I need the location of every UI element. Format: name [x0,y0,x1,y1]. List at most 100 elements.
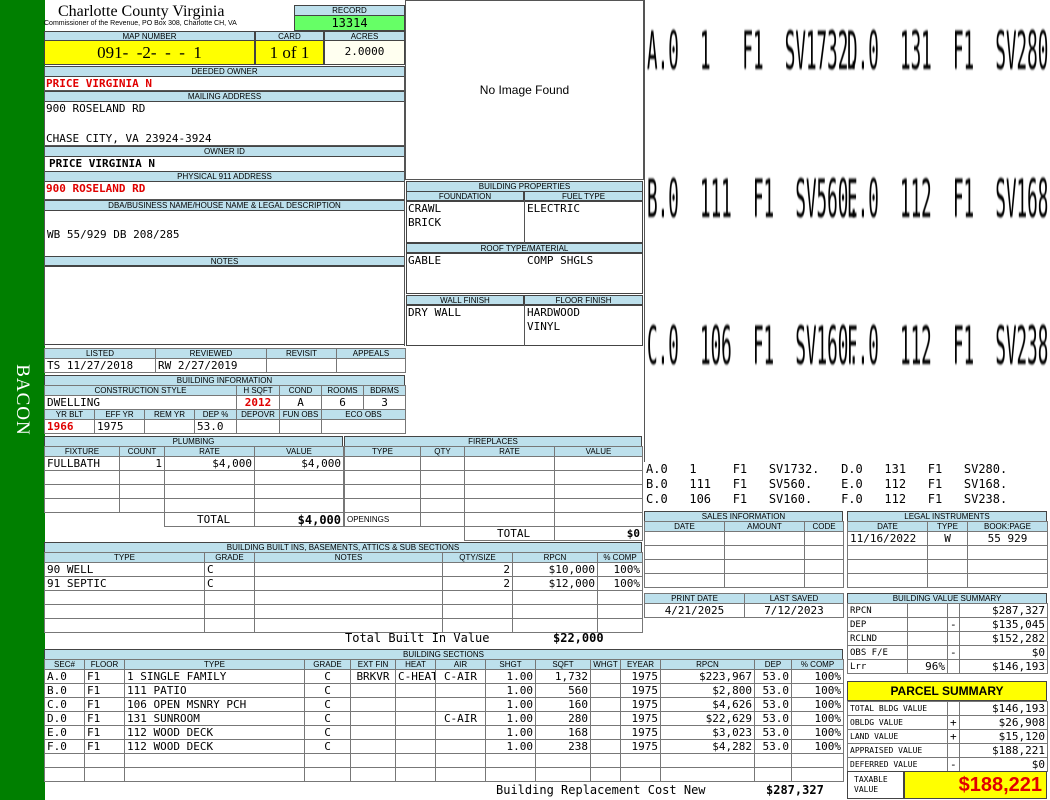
deeded-owner-value: PRICE VIRGINIA N [46,77,152,90]
section-cell: $2,800 [660,683,755,698]
builtin-comp: 100% [597,562,643,577]
summary-label: DEP [847,617,908,632]
section-cell: F1 [84,669,125,684]
sketch-area: A.0 1 F1 SV1732. D.0 131 F1 SV280. B.0 1… [644,0,1050,462]
sales-col: DATE [644,521,725,532]
section-cell: $223,967 [660,669,755,684]
style-value: DWELLING [43,395,238,410]
parcel-summary-table: TOTAL BLDG VALUE $146,193 OBLDG VALUE + $26… [847,701,1048,772]
dba-value: WB 55/929 DB 208/285 [47,228,180,241]
foundation-2: BRICK [408,216,442,229]
section-cell: E.0 [44,725,85,740]
section-cell [350,697,396,712]
legal-col: DATE [847,521,928,532]
section-cell: 1.00 [485,739,536,754]
map-number-value: 091- -2- - - 1 [44,40,255,65]
section-cell [395,683,436,698]
summary-value: $287,327 [959,603,1048,618]
cond-label: COND [279,385,323,396]
section-cell: C [304,711,351,726]
fireplace-total-text: TOTAL [497,526,531,540]
print-date: 4/21/2025 [644,603,745,618]
divider [44,90,405,91]
sales-col: AMOUNT [724,521,805,532]
taxable-label-box: TAXABLE VALUE [847,771,904,799]
effyr-label: EFF YR [94,409,145,420]
ecoobs-value [321,419,407,434]
section-cell: C-AIR [435,669,486,684]
sketch-label-f: F.0 112 F1 SV238. [847,314,1050,378]
table-row: 91 SEPTIC C 2 $12,000 100% [44,576,643,591]
section-col: % COMP [791,659,844,670]
section-cell [435,683,486,698]
mailing-address-label: MAILING ADDRESS [44,91,405,102]
section-col: FLOOR [84,659,125,670]
table-row: C.0 F1 106 OPEN MSNRY PCH C 1.00 160 1975 $4,62… [44,697,844,712]
last-saved-date: 7/12/2023 [744,603,844,618]
summary-label: RCLND [847,631,908,646]
foundation-1: CRAWL [408,202,442,215]
owner-id-value: PRICE VIRGINIA N [49,157,155,170]
section-cell: 1 SINGLE FAMILY [124,669,305,684]
section-cell: 168 [535,725,591,740]
parcel-value: $0 [959,757,1048,772]
sketch-legend-1: A.0 1 F1 SV1732. D.0 131 F1 SV280. [646,462,1008,476]
section-col: SQFT [535,659,591,670]
summary-value: $152,282 [959,631,1048,646]
taxable-label-1: TAXABLE [854,775,888,784]
builtins-col: GRADE [204,552,255,563]
section-cell [435,739,486,754]
builtin-qty: 2 [442,562,513,577]
taxable-label-2: VALUE [854,785,879,794]
replacement-cost-value: $287,327 [766,784,824,797]
bdrms-value: 3 [363,395,407,410]
section-cell: D.0 [44,711,85,726]
fireplace-col: QTY [420,446,465,457]
parcel-sign [947,743,960,758]
builtins-total: $22,000 [553,632,604,645]
parcel-label: DEFERRED VALUE [847,757,948,772]
no-image-text: No Image Found [479,83,570,97]
sketch-label-a: A.0 1 F1 SV1732. [647,19,859,83]
section-cell: 112 WOOD DECK [124,725,305,740]
parcel-label: APPRAISED VALUE [847,743,948,758]
builtin-notes [254,576,443,591]
section-cell: C [304,697,351,712]
parcel-label: OBLDG VALUE [847,715,948,730]
legal-table: DATE TYPE BOOK:PAGE 11/16/2022 W 55 929 [847,521,1048,588]
acres-value: 2.0000 [324,40,405,65]
physical-address-value: 900 ROSELAND RD [46,182,146,195]
builtin-rpcn: $12,000 [512,576,598,591]
section-cell: C-AIR [435,711,486,726]
section-col: WHGT [590,659,621,670]
sketch-legend-3: C.0 106 F1 SV160. F.0 112 F1 SV238. [646,492,1008,506]
summary-pct [907,631,948,646]
builtin-type: 90 WELL [44,562,205,577]
listed-by: TS [47,358,61,372]
section-cell [435,697,486,712]
section-cell: $4,626 [660,697,755,712]
builtin-grade: C [204,576,255,591]
table-row: 90 WELL C 2 $10,000 100% [44,562,643,577]
legal-date: 11/16/2022 [847,531,928,546]
builtin-type: 91 SEPTIC [44,576,205,591]
reviewed-label: REVIEWED [155,348,267,359]
cond-value: A [279,395,323,410]
section-cell: 1.00 [485,725,536,740]
section-cell: 100% [791,739,844,754]
section-cell: 53.0 [754,697,792,712]
table-row: OBLDG VALUE + $26,908 [847,715,1048,730]
section-cell: F1 [84,683,125,698]
section-cell: 238 [535,739,591,754]
effyr-value: 1975 [94,419,145,434]
plumbing-total-text: TOTAL [197,512,231,526]
reviewed-cell: RW 2/27/2019 [155,358,267,373]
plumbing-total: $4,000 [254,512,344,527]
bdrms-label: BDRMS [363,385,407,396]
summary-sign: - [947,645,960,660]
depovr-value [236,419,281,434]
hsqft-value: 2012 [236,395,281,410]
sketch-label-b: B.0 111 F1 SV560. [647,167,859,231]
parcel-label: TOTAL BLDG VALUE [847,701,948,716]
section-cell [590,739,621,754]
